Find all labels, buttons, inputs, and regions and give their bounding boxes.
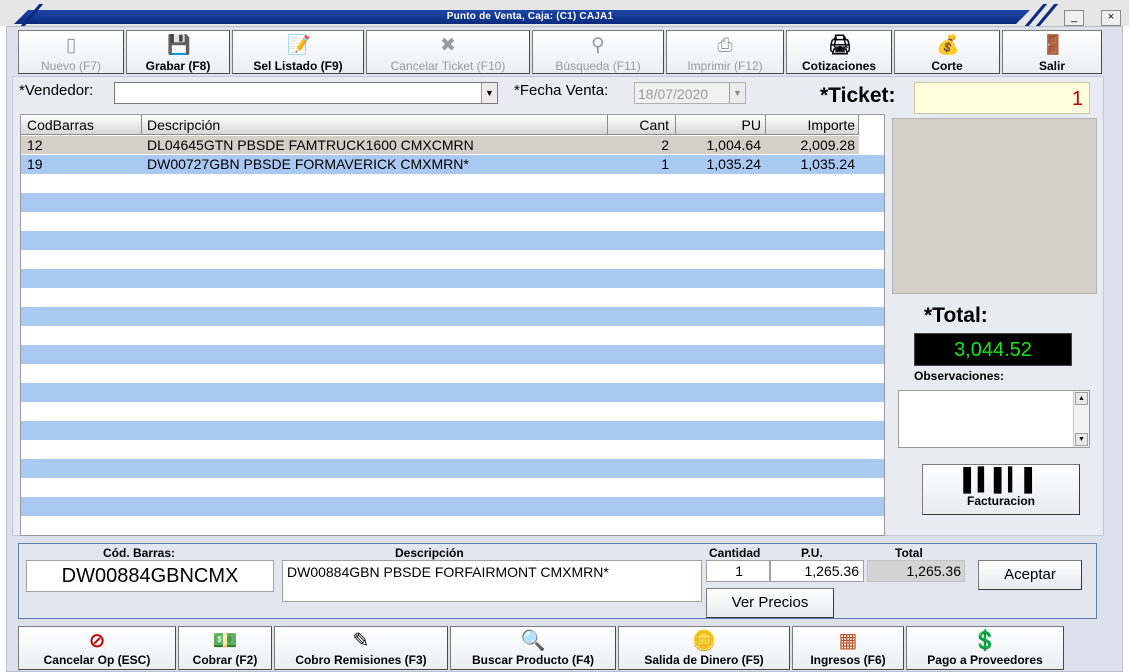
- cash-out-button[interactable]: 🪙 Salida de Dinero (F5): [618, 626, 790, 670]
- collect-remissions-button[interactable]: ✎ Cobro Remisiones (F3): [274, 626, 448, 670]
- barcode-input[interactable]: DW00884GBNCMX: [26, 560, 274, 592]
- accept-button[interactable]: Aceptar: [978, 560, 1082, 590]
- cash-icon: 💵: [212, 630, 238, 652]
- observations-textarea[interactable]: ▲ ▼: [898, 390, 1090, 448]
- column-header-pu[interactable]: PU: [675, 117, 761, 133]
- cell-pu: 1,035.24: [706, 156, 762, 172]
- ticket-number: 1: [914, 82, 1090, 114]
- income-boxes-icon: ▦: [838, 630, 858, 652]
- quantity-input[interactable]: 1: [706, 560, 770, 582]
- barcode-icon: ▌▍▌▎▌: [963, 467, 1040, 492]
- chevron-down-icon[interactable]: ▼: [729, 83, 745, 103]
- print-button[interactable]: ⎙ Imprimir (F12): [666, 30, 784, 74]
- line-total-label: Total: [895, 546, 923, 560]
- search-tool-icon: ⚲: [591, 35, 605, 56]
- cut-button[interactable]: 💰 Corte: [894, 30, 1000, 74]
- find-product-button[interactable]: 🔍 Buscar Producto (F4): [450, 626, 616, 670]
- notepad-icon: 📝: [287, 35, 311, 56]
- scroll-up-icon[interactable]: ▲: [1075, 392, 1088, 405]
- ticket-label: *Ticket:: [820, 84, 896, 107]
- select-list-button[interactable]: 📝 Sel Listado (F9): [232, 30, 364, 74]
- magnifier-icon: 🔍: [520, 630, 546, 652]
- save-icon: 💾: [167, 35, 191, 56]
- quantity-label: Cantidad: [709, 546, 761, 560]
- scrollbar[interactable]: ▲ ▼: [1073, 391, 1089, 447]
- column-header-descripcion[interactable]: Descripción: [147, 117, 220, 133]
- document-icon: ▯: [65, 35, 77, 56]
- cancel-ticket-icon: ✖: [440, 35, 456, 56]
- column-header-importe[interactable]: Importe: [765, 117, 855, 133]
- no-entry-icon: ⊘: [88, 630, 106, 652]
- cell-codbarras: 19: [27, 156, 43, 172]
- cell-descripcion: DL04645GTN PBSDE FAMTRUCK1600 CMXCMRN: [147, 137, 474, 153]
- cell-importe: 1,035.24: [800, 156, 856, 172]
- coins-icon: 🪙: [691, 630, 717, 652]
- vendor-select[interactable]: ▼: [114, 82, 498, 104]
- money-cut-icon: 💰: [936, 35, 960, 56]
- unit-price-label: P.U.: [801, 546, 823, 560]
- grid-header: CodBarras Descripción Cant PU Importe: [21, 115, 859, 135]
- date-value: 18/07/2020: [638, 86, 709, 102]
- window-title: Punto de Venta, Caja: (C1) CAJA1: [446, 11, 614, 22]
- scroll-down-icon[interactable]: ▼: [1075, 433, 1088, 446]
- product-image-preview: [892, 118, 1097, 294]
- line-total-field: 1,265.36: [867, 560, 965, 582]
- search-button[interactable]: ⚲ Búsqueda (F11): [532, 30, 664, 74]
- cell-cant: 2: [661, 137, 669, 153]
- charge-button[interactable]: 💵 Cobrar (F2): [178, 626, 272, 670]
- vendor-label: *Vendedor:: [19, 82, 94, 99]
- date-label: *Fecha Venta:: [514, 82, 609, 99]
- sales-grid[interactable]: CodBarras Descripción Cant PU Importe 12…: [20, 114, 885, 536]
- column-header-cant[interactable]: Cant: [607, 117, 669, 133]
- barcode-label: Cód. Barras:: [103, 546, 176, 560]
- cancel-operation-button[interactable]: ⊘ Cancelar Op (ESC): [18, 626, 176, 670]
- view-prices-button[interactable]: Ver Precios: [706, 588, 834, 618]
- table-row[interactable]: 12 DL04645GTN PBSDE FAMTRUCK1600 CMXCMRN…: [21, 136, 859, 154]
- table-row[interactable]: 19 DW00727GBN PBSDE FORMAVERICK CMXMRN* …: [21, 155, 859, 173]
- quotes-button[interactable]: 🖨 Cotizaciones: [786, 30, 892, 74]
- printer-icon: ⎙: [717, 35, 733, 56]
- edit-document-icon: ✎: [352, 630, 370, 652]
- total-label: *Total:: [924, 304, 988, 327]
- description-label: Descripción: [395, 546, 464, 560]
- chevron-down-icon[interactable]: ▼: [481, 83, 497, 103]
- description-field[interactable]: DW00884GBN PBSDE FORFAIRMONT CMXMRN*: [282, 560, 702, 602]
- total-display: 3,044.52: [914, 333, 1072, 366]
- income-button[interactable]: ▦ Ingresos (F6): [792, 626, 904, 670]
- supplier-payment-button[interactable]: 💲 Pago a Proveedores: [906, 626, 1064, 670]
- cell-cant: 1: [661, 156, 669, 172]
- new-button[interactable]: ▯ Nuevo (F7): [18, 30, 124, 74]
- billing-button[interactable]: ▌▍▌▎▌ Facturacion: [922, 464, 1080, 515]
- cell-pu: 1,004.64: [706, 137, 762, 153]
- column-header-codbarras[interactable]: CodBarras: [27, 117, 94, 133]
- minimize-button[interactable]: _: [1064, 10, 1084, 26]
- cell-codbarras: 12: [27, 137, 43, 153]
- cancel-ticket-button[interactable]: ✖ Cancelar Ticket (F10): [366, 30, 530, 74]
- observations-label: Observaciones:: [914, 369, 1005, 383]
- exit-door-icon: 🚪: [1041, 35, 1065, 56]
- save-button[interactable]: 💾 Grabar (F8): [126, 30, 230, 74]
- payment-icon: 💲: [972, 630, 998, 652]
- cell-descripcion: DW00727GBN PBSDE FORMAVERICK CMXMRN*: [147, 156, 469, 172]
- grid-background: [21, 136, 884, 535]
- date-picker[interactable]: 18/07/2020 ▼: [634, 82, 746, 104]
- cell-importe: 2,009.28: [800, 137, 856, 153]
- unit-price-input[interactable]: 1,265.36: [770, 560, 864, 582]
- exit-button[interactable]: 🚪 Salir: [1002, 30, 1102, 74]
- title-bar: Punto de Venta, Caja: (C1) CAJA1 _ ×: [0, 0, 1129, 26]
- quote-printer-icon: 🖨: [828, 35, 853, 56]
- close-button[interactable]: ×: [1101, 10, 1121, 26]
